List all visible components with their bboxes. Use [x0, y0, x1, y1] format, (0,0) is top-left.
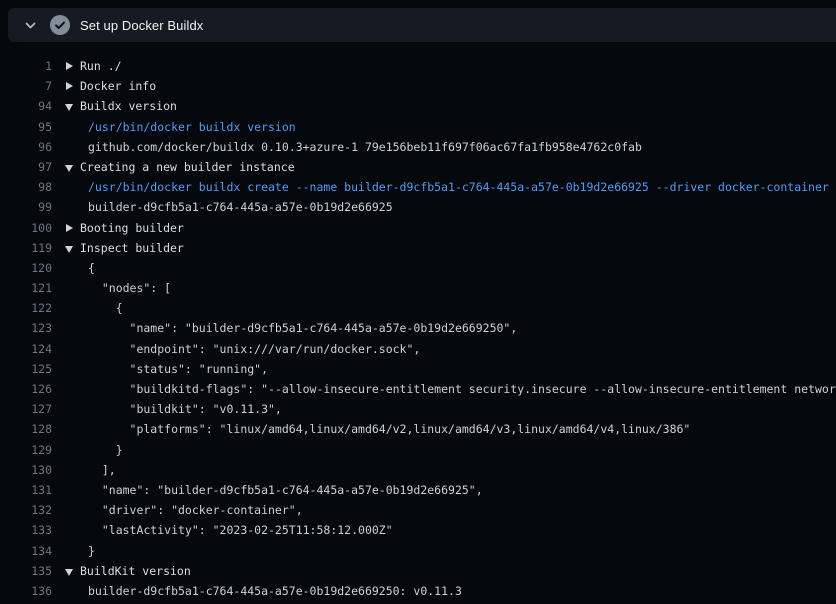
output-text: "name": "builder-d9cfb5a1-c764-445a-a57e…	[88, 483, 483, 497]
line-number[interactable]: 121	[0, 278, 52, 298]
line-number[interactable]: 130	[0, 460, 52, 480]
log-line: 95/usr/bin/docker buildx version	[0, 117, 836, 137]
collapse-group-icon[interactable]	[65, 569, 73, 576]
line-number[interactable]: 134	[0, 541, 52, 561]
line-number[interactable]: 131	[0, 480, 52, 500]
log-line: 121 "nodes": [	[0, 278, 836, 298]
log-line: 133 "lastActivity": "2023-02-25T11:58:12…	[0, 520, 836, 540]
collapse-group-icon[interactable]	[65, 165, 73, 172]
group-title[interactable]: Creating a new builder instance	[80, 160, 295, 174]
output-text: builder-d9cfb5a1-c764-445a-a57e-0b19d2e6…	[88, 584, 462, 598]
group-title[interactable]: Booting builder	[80, 221, 184, 235]
log-line: 100 Booting builder	[0, 218, 836, 238]
output-text: "endpoint": "unix:///var/run/docker.sock…	[88, 342, 420, 356]
log-line: 96 github.com/docker/buildx 0.10.3+azure-…	[0, 137, 836, 157]
log-line: 7 Docker info	[0, 76, 836, 96]
line-number[interactable]: 129	[0, 440, 52, 460]
line-number[interactable]: 133	[0, 520, 52, 540]
expand-group-icon[interactable]	[66, 62, 73, 70]
expand-group-icon[interactable]	[66, 224, 73, 232]
group-title[interactable]: Inspect builder	[80, 241, 184, 255]
group-title[interactable]: Buildx version	[80, 99, 177, 113]
line-number[interactable]: 124	[0, 339, 52, 359]
output-text: builder-d9cfb5a1-c764-445a-a57e-0b19d2e6…	[88, 200, 393, 214]
command-text: /usr/bin/docker buildx version	[88, 120, 296, 134]
log-line: 122 {	[0, 298, 836, 318]
collapse-group-icon[interactable]	[65, 104, 73, 111]
line-number[interactable]: 127	[0, 399, 52, 419]
group-title[interactable]: BuildKit version	[80, 564, 191, 578]
output-text: "lastActivity": "2023-02-25T11:58:12.000…	[88, 523, 393, 537]
output-text: {	[88, 261, 95, 275]
log-line: 1 Run ./	[0, 56, 836, 76]
collapse-group-icon[interactable]	[65, 246, 73, 253]
actions-log-page: Set up Docker Buildx 1 Run ./ 7 Docker info…	[0, 0, 836, 604]
output-text: "buildkitd-flags": "--allow-insecure-ent…	[88, 382, 836, 396]
log-line: 120 {	[0, 258, 836, 278]
line-number[interactable]: 132	[0, 500, 52, 520]
line-number[interactable]: 7	[0, 76, 52, 96]
output-text: "name": "builder-d9cfb5a1-c764-445a-a57e…	[88, 321, 517, 335]
log-line: 126 "buildkitd-flags": "--allow-insecure…	[0, 379, 836, 399]
line-number[interactable]: 96	[0, 137, 52, 157]
chevron-down-icon[interactable]	[24, 19, 37, 32]
log-line: 127 "buildkit": "v0.11.3",	[0, 399, 836, 419]
line-number[interactable]: 136	[0, 581, 52, 601]
output-text: }	[88, 443, 123, 457]
log-line: 124 "endpoint": "unix:///var/run/docker.…	[0, 339, 836, 359]
output-text: "platforms": "linux/amd64,linux/amd64/v2…	[88, 422, 690, 436]
output-text: ],	[88, 463, 116, 477]
log-line: 129 }	[0, 440, 836, 460]
log-line: 131 "name": "builder-d9cfb5a1-c764-445a-…	[0, 480, 836, 500]
expand-group-icon[interactable]	[66, 82, 73, 90]
log-line: 125 "status": "running",	[0, 359, 836, 379]
line-number[interactable]: 123	[0, 318, 52, 338]
group-title[interactable]: Run ./	[80, 59, 122, 73]
line-number[interactable]: 122	[0, 298, 52, 318]
log-line: 132 "driver": "docker-container",	[0, 500, 836, 520]
check-circle-icon	[50, 15, 70, 35]
line-number[interactable]: 135	[0, 561, 52, 581]
line-number[interactable]: 97	[0, 157, 52, 177]
line-number[interactable]: 128	[0, 419, 52, 439]
line-number[interactable]: 99	[0, 197, 52, 217]
output-text: "nodes": [	[88, 281, 171, 295]
log-line: 136 builder-d9cfb5a1-c764-445a-a57e-0b19d…	[0, 581, 836, 601]
output-text: {	[88, 301, 123, 315]
command-text: /usr/bin/docker buildx create --name bui…	[88, 180, 829, 194]
log-line: 130 ],	[0, 460, 836, 480]
step-header[interactable]: Set up Docker Buildx	[8, 8, 836, 42]
line-number[interactable]: 94	[0, 96, 52, 116]
step-title: Set up Docker Buildx	[80, 18, 203, 33]
line-number[interactable]: 1	[0, 56, 52, 76]
output-text: github.com/docker/buildx 0.10.3+azure-1 …	[88, 140, 642, 154]
log-line: 97 Creating a new builder instance	[0, 157, 836, 177]
output-text: }	[88, 544, 95, 558]
log-console: 1 Run ./ 7 Docker info 94 Buildx version 95/us…	[0, 42, 836, 604]
log-line: 134}	[0, 541, 836, 561]
line-number[interactable]: 95	[0, 117, 52, 137]
line-number[interactable]: 100	[0, 218, 52, 238]
line-number[interactable]: 98	[0, 177, 52, 197]
log-line: 99 builder-d9cfb5a1-c764-445a-a57e-0b19d2…	[0, 197, 836, 217]
line-number[interactable]: 120	[0, 258, 52, 278]
log-line: 128 "platforms": "linux/amd64,linux/amd6…	[0, 419, 836, 439]
log-line: 98/usr/bin/docker buildx create --name b…	[0, 177, 836, 197]
output-text: "driver": "docker-container",	[88, 503, 303, 517]
log-line: 119 Inspect builder	[0, 238, 836, 258]
output-text: "status": "running",	[88, 362, 268, 376]
line-number[interactable]: 119	[0, 238, 52, 258]
log-line: 123 "name": "builder-d9cfb5a1-c764-445a-…	[0, 318, 836, 338]
line-number[interactable]: 126	[0, 379, 52, 399]
output-text: "buildkit": "v0.11.3",	[88, 402, 282, 416]
line-number[interactable]: 125	[0, 359, 52, 379]
log-line: 94 Buildx version	[0, 96, 836, 116]
log-line: 135 BuildKit version	[0, 561, 836, 581]
group-title[interactable]: Docker info	[80, 79, 156, 93]
